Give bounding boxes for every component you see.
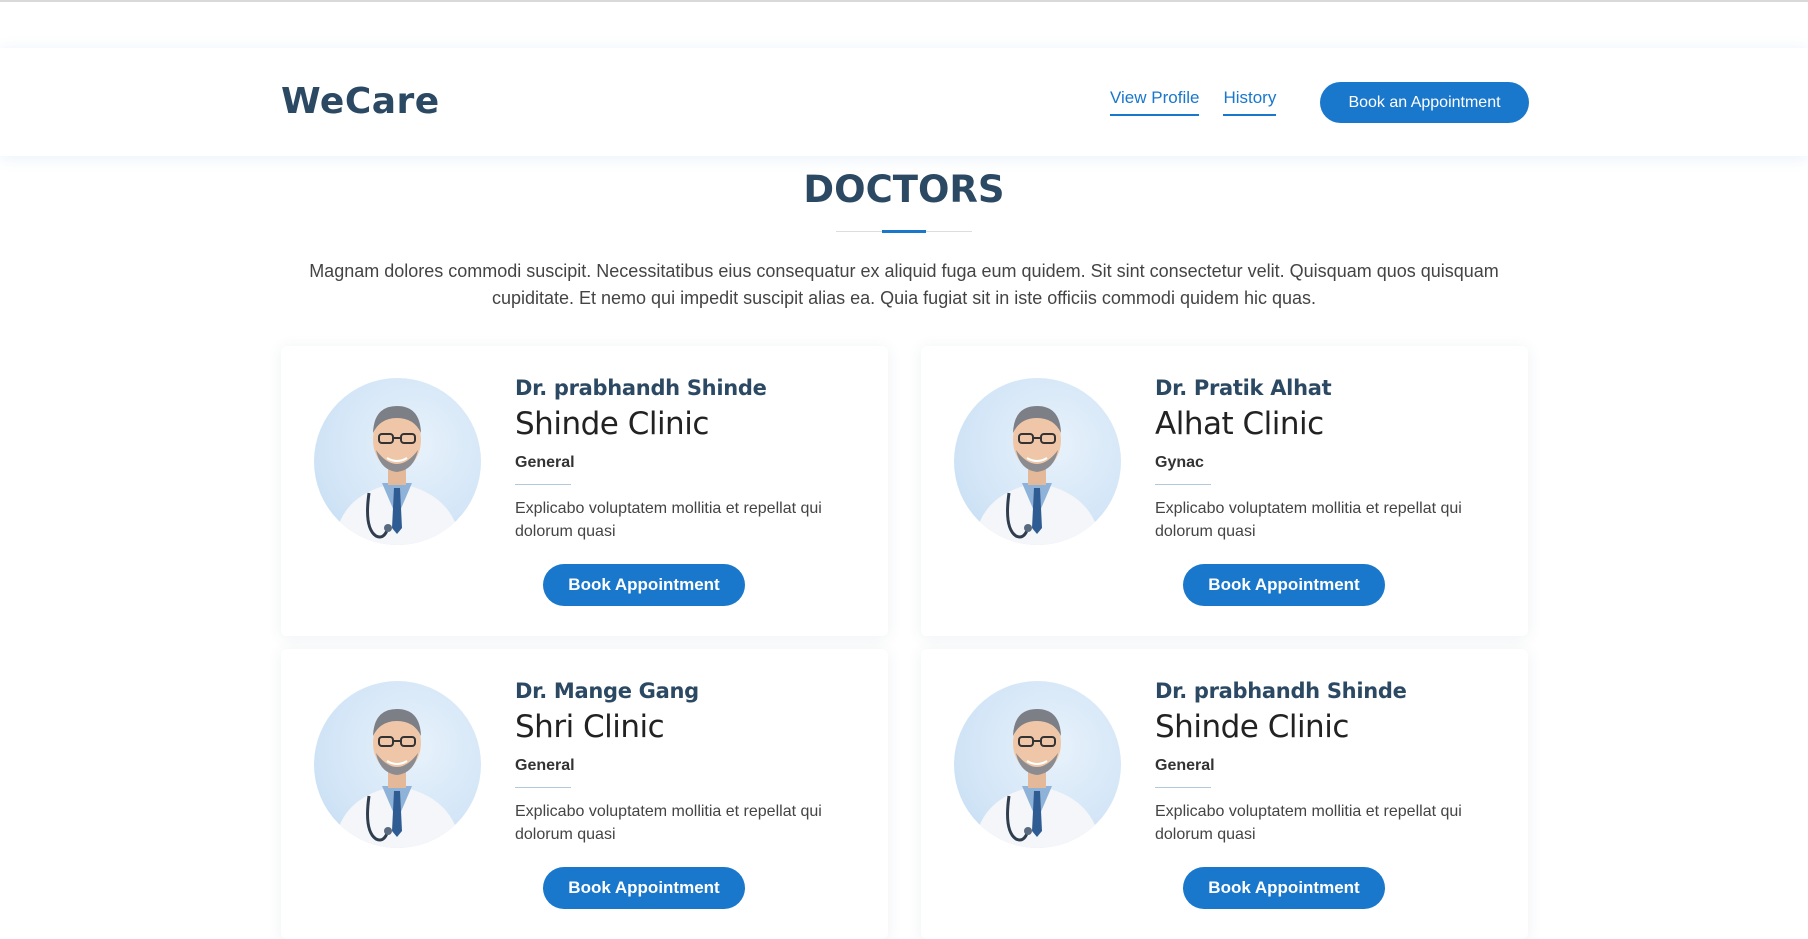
doctor-info: Dr. prabhandh Shinde Shinde Clinic Gener… <box>515 376 855 543</box>
title-accent-bar <box>882 230 926 233</box>
doctor-portrait-icon <box>314 681 481 848</box>
clinic-name: Alhat Clinic <box>1155 406 1324 442</box>
doctor-card: Dr. prabhandh Shinde Shinde Clinic Gener… <box>921 649 1528 939</box>
doctor-specialty: General <box>515 454 575 471</box>
doctor-specialty: General <box>515 757 575 774</box>
book-appointment-button[interactable]: Book Appointment <box>1183 564 1385 606</box>
doctor-description: Explicabo voluptatem mollitia et repella… <box>1155 803 1462 843</box>
doctor-name: Dr. Pratik Alhat <box>1155 376 1332 400</box>
main-nav: View Profile History <box>1110 88 1277 116</box>
doctor-card: Dr. Pratik Alhat Alhat Clinic Gynac Expl… <box>921 346 1528 636</box>
specialty-divider <box>515 787 571 788</box>
logo[interactable]: WeCare <box>281 81 440 122</box>
doctor-name: Dr. Mange Gang <box>515 679 699 703</box>
doctor-specialty: General <box>1155 757 1215 774</box>
clinic-name: Shinde Clinic <box>1155 709 1349 745</box>
doctor-card: Dr. Mange Gang Shri Clinic General Expli… <box>281 649 888 939</box>
doctors-grid: Dr. prabhandh Shinde Shinde Clinic Gener… <box>281 346 1529 939</box>
doctor-portrait-icon <box>314 378 481 545</box>
doctor-info: Dr. prabhandh Shinde Shinde Clinic Gener… <box>1155 679 1495 846</box>
doctor-card: Dr. prabhandh Shinde Shinde Clinic Gener… <box>281 346 888 636</box>
doctor-name: Dr. prabhandh Shinde <box>515 376 767 400</box>
section-description: Magnam dolores commodi suscipit. Necessi… <box>309 261 1499 308</box>
specialty-divider <box>515 484 571 485</box>
doctor-name: Dr. prabhandh Shinde <box>1155 679 1407 703</box>
doctor-specialty: Gynac <box>1155 454 1204 471</box>
book-an-appointment-button[interactable]: Book an Appointment <box>1320 82 1529 123</box>
doctor-portrait-icon <box>954 681 1121 848</box>
doctor-info: Dr. Mange Gang Shri Clinic General Expli… <box>515 679 855 846</box>
book-appointment-button[interactable]: Book Appointment <box>543 867 745 909</box>
section-title: DOCTORS <box>803 168 1005 211</box>
doctor-description: Explicabo voluptatem mollitia et repella… <box>515 803 822 843</box>
book-appointment-button[interactable]: Book Appointment <box>543 564 745 606</box>
nav-history[interactable]: History <box>1223 88 1277 116</box>
doctor-info: Dr. Pratik Alhat Alhat Clinic Gynac Expl… <box>1155 376 1495 543</box>
doctor-portrait-icon <box>954 378 1121 545</box>
site-header: WeCare View Profile History Book an Appo… <box>0 48 1808 156</box>
doctor-description: Explicabo voluptatem mollitia et repella… <box>1155 500 1462 540</box>
specialty-divider <box>1155 484 1211 485</box>
browser-top-border <box>0 0 1808 4</box>
nav-view-profile[interactable]: View Profile <box>1110 88 1200 116</box>
clinic-name: Shinde Clinic <box>515 406 709 442</box>
clinic-name: Shri Clinic <box>515 709 665 745</box>
specialty-divider <box>1155 787 1211 788</box>
book-appointment-button[interactable]: Book Appointment <box>1183 867 1385 909</box>
doctor-description: Explicabo voluptatem mollitia et repella… <box>515 500 822 540</box>
